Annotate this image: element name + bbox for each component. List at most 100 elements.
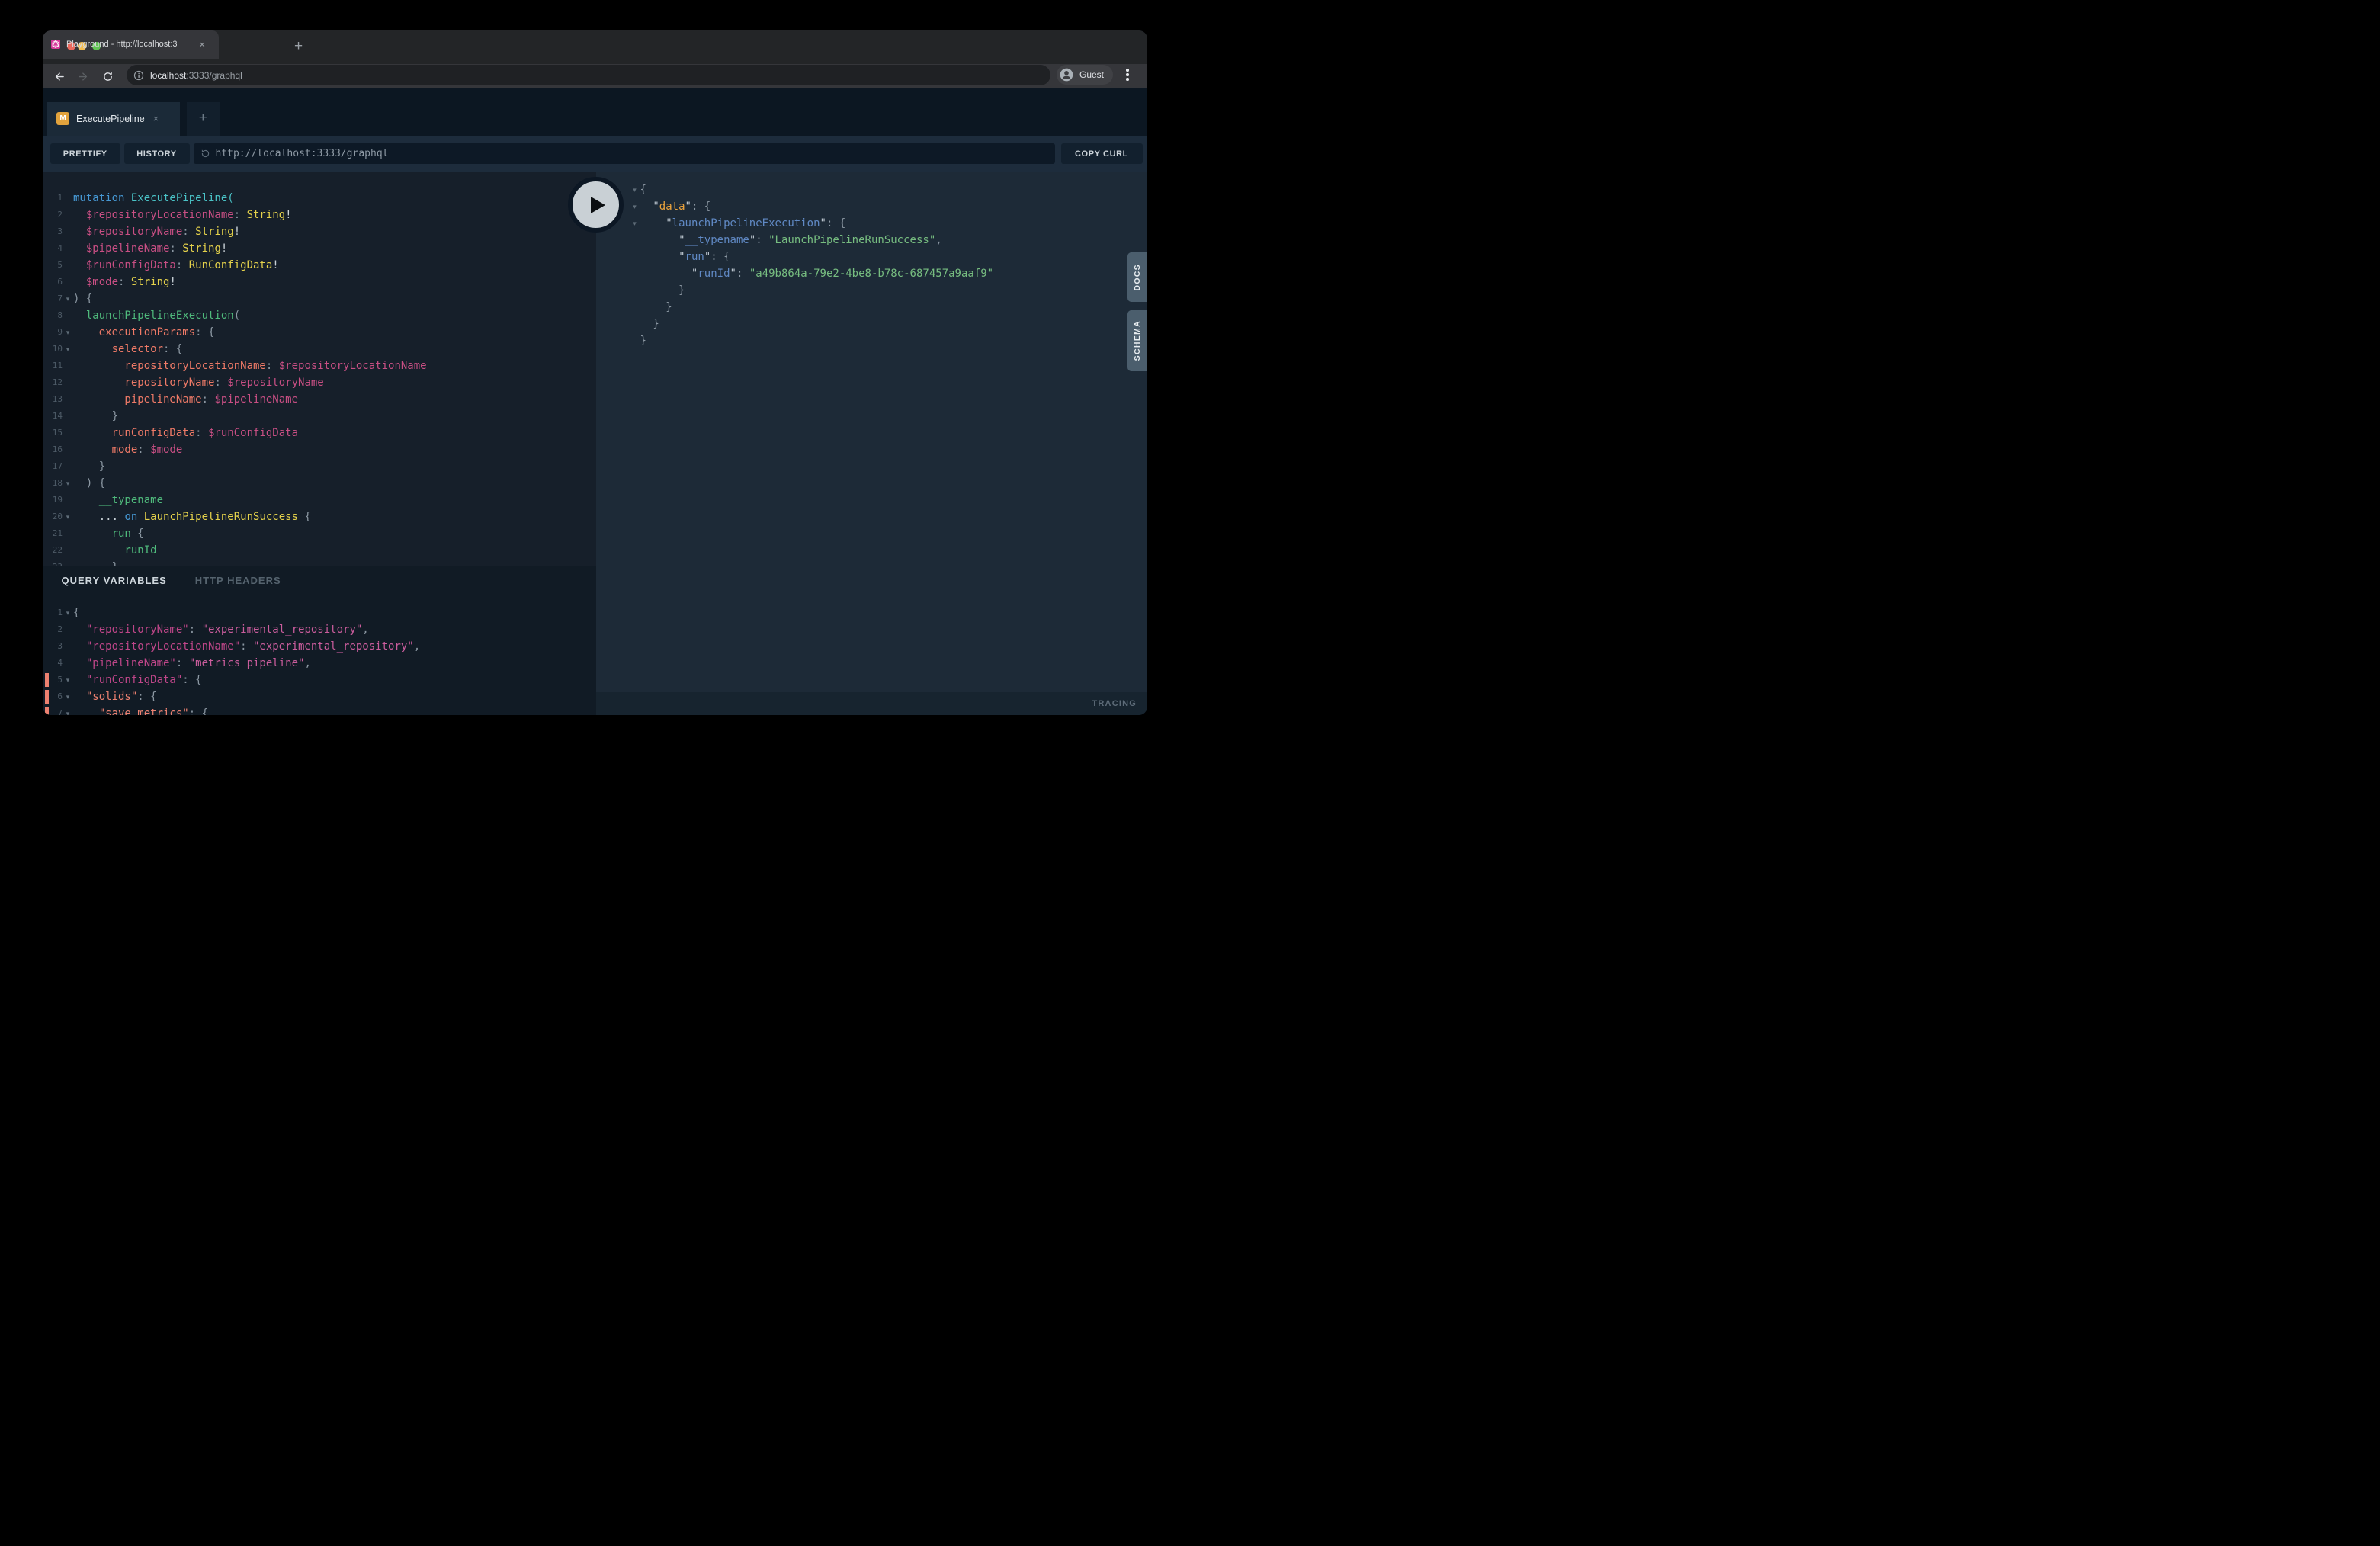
- back-icon[interactable]: [53, 71, 65, 82]
- endpoint-input[interactable]: http://localhost:3333/graphql: [194, 143, 1055, 164]
- playground-toolbar: PRETTIFY HISTORY http://localhost:3333/g…: [43, 136, 1147, 172]
- code-line: "__typename": "LaunchPipelineRunSuccess"…: [630, 232, 1148, 249]
- line-number: 18: [43, 475, 63, 492]
- line-number: 12: [43, 374, 63, 391]
- code-text: }: [73, 408, 118, 425]
- tab-http-headers[interactable]: HTTP HEADERS: [195, 575, 281, 586]
- fold-arrow-icon: [63, 223, 73, 240]
- execute-query-button[interactable]: [568, 177, 624, 233]
- prettify-button[interactable]: PRETTIFY: [50, 143, 121, 164]
- line-number: 14: [43, 408, 63, 425]
- fold-arrow-icon[interactable]: ▾: [63, 341, 73, 358]
- query-editor[interactable]: 1mutation ExecutePipeline(2 $repositoryL…: [43, 172, 596, 566]
- line-number: 3: [43, 638, 63, 655]
- fold-arrow-icon: [630, 316, 640, 332]
- code-line: 8 launchPipelineExecution(: [43, 307, 596, 324]
- avatar-icon: [1059, 67, 1074, 82]
- code-text: }: [640, 316, 659, 332]
- fold-arrow-icon[interactable]: ▾: [630, 215, 640, 232]
- code-text: launchPipelineExecution(: [73, 307, 240, 324]
- tab-close-icon[interactable]: ×: [153, 113, 159, 124]
- tracing-label[interactable]: TRACING: [1092, 692, 1137, 715]
- code-text: mutation ExecutePipeline(: [73, 190, 234, 207]
- fold-arrow-icon[interactable]: ▾: [63, 475, 73, 492]
- tab-execute-pipeline[interactable]: M ExecutePipeline ×: [47, 102, 180, 136]
- browser-new-tab-button[interactable]: +: [294, 38, 303, 55]
- code-text: "solids": {: [73, 688, 157, 705]
- code-line: 5▾ "runConfigData": {: [43, 672, 596, 688]
- variables-panel[interactable]: QUERY VARIABLES HTTP HEADERS 1▾{2 "repos…: [43, 566, 596, 716]
- address-bar[interactable]: localhost:3333/graphql: [127, 65, 1050, 85]
- site-info-icon[interactable]: [133, 70, 144, 81]
- browser-tab-close-icon[interactable]: ×: [199, 38, 205, 50]
- fold-arrow-icon: [63, 190, 73, 207]
- code-line: }: [630, 332, 1148, 349]
- fold-arrow-icon[interactable]: ▾: [63, 605, 73, 621]
- reload-icon[interactable]: [102, 71, 114, 82]
- browser-tab[interactable]: Playground - http://localhost:3 ×: [43, 30, 219, 59]
- fold-arrow-icon[interactable]: ▾: [63, 508, 73, 525]
- fold-arrow-icon: [63, 559, 73, 566]
- fold-arrow-icon[interactable]: ▾: [63, 672, 73, 688]
- fold-arrow-icon: [63, 408, 73, 425]
- code-text: ) {: [73, 290, 92, 307]
- fold-arrow-icon[interactable]: ▾: [630, 198, 640, 215]
- fold-arrow-icon[interactable]: ▾: [63, 290, 73, 307]
- lint-marker: [45, 673, 49, 687]
- code-line: 2 "repositoryName": "experimental_reposi…: [43, 621, 596, 638]
- code-text: "data": {: [640, 198, 711, 215]
- schema-side-tab[interactable]: SCHEMA: [1127, 310, 1147, 371]
- history-button[interactable]: HISTORY: [124, 143, 190, 164]
- profile-button[interactable]: Guest: [1057, 65, 1113, 85]
- copy-curl-button[interactable]: COPY CURL: [1061, 143, 1143, 164]
- code-text: "pipelineName": "metrics_pipeline",: [73, 655, 311, 672]
- code-text: ... on LaunchPipelineRunSuccess {: [73, 508, 311, 525]
- line-number: 7: [43, 290, 63, 307]
- code-text: "runConfigData": {: [73, 672, 202, 688]
- code-line: 15 runConfigData: $runConfigData: [43, 425, 596, 441]
- fold-arrow-icon: [63, 374, 73, 391]
- fold-arrow-icon: [630, 332, 640, 349]
- fold-arrow-icon: [63, 655, 73, 672]
- fold-arrow-icon[interactable]: ▾: [63, 324, 73, 341]
- code-text: "save_metrics": {: [73, 705, 208, 715]
- code-text: repositoryName: $repositoryName: [73, 374, 324, 391]
- code-text: selector: {: [73, 341, 182, 358]
- code-text: }: [640, 282, 685, 299]
- line-number: 3: [43, 223, 63, 240]
- code-line: 3 $repositoryName: String!: [43, 223, 596, 240]
- code-text: run {: [73, 525, 144, 542]
- reconnect-icon: [200, 149, 210, 159]
- fold-arrow-icon: [63, 458, 73, 475]
- code-line: 3 "repositoryLocationName": "experimenta…: [43, 638, 596, 655]
- fold-arrow-icon[interactable]: ▾: [630, 181, 640, 198]
- browser-menu-icon[interactable]: [1126, 69, 1129, 82]
- response-viewer: ▾{▾ "data": {▾ "launchPipelineExecution"…: [596, 172, 1148, 692]
- line-number: 16: [43, 441, 63, 458]
- line-number: 17: [43, 458, 63, 475]
- code-line: "runId": "a49b864a-79e2-4be8-b78c-687457…: [630, 265, 1148, 282]
- code-text: ) {: [73, 475, 105, 492]
- code-line: 4 $pipelineName: String!: [43, 240, 596, 257]
- code-text: $pipelineName: String!: [73, 240, 227, 257]
- fold-arrow-icon: [63, 207, 73, 223]
- code-line: }: [630, 282, 1148, 299]
- code-line: 1▾{: [43, 605, 596, 621]
- code-text: $mode: String!: [73, 274, 176, 290]
- fold-arrow-icon[interactable]: ▾: [63, 705, 73, 715]
- docs-side-tab[interactable]: DOCS: [1127, 252, 1147, 302]
- fold-arrow-icon: [630, 249, 640, 265]
- tab-query-variables[interactable]: QUERY VARIABLES: [62, 575, 167, 586]
- fold-arrow-icon: [63, 441, 73, 458]
- code-line: ▾ "launchPipelineExecution": {: [630, 215, 1148, 232]
- code-line: ▾{: [630, 181, 1148, 198]
- code-text: pipelineName: $pipelineName: [73, 391, 298, 408]
- code-line: 14 }: [43, 408, 596, 425]
- new-query-tab-button[interactable]: +: [187, 102, 220, 136]
- fold-arrow-icon: [63, 240, 73, 257]
- code-line: }: [630, 299, 1148, 316]
- line-number: 4: [43, 655, 63, 672]
- line-number: 13: [43, 391, 63, 408]
- fold-arrow-icon: [63, 621, 73, 638]
- fold-arrow-icon[interactable]: ▾: [63, 688, 73, 705]
